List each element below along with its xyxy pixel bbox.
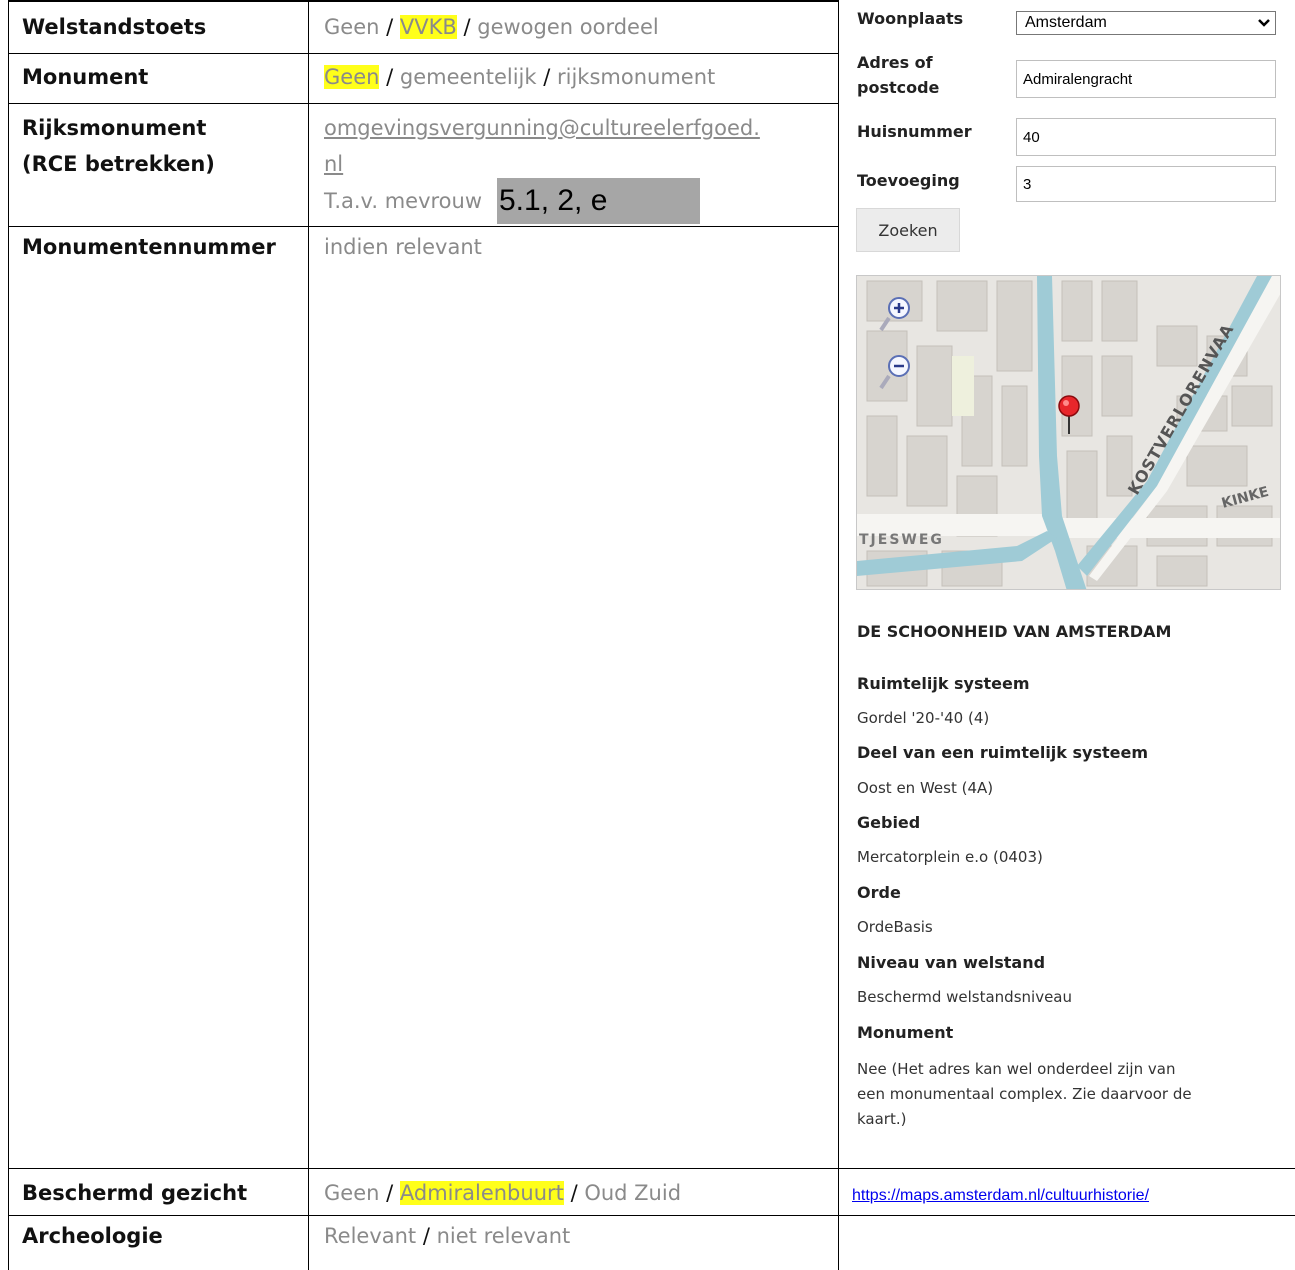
- table-border: [8, 1168, 1295, 1169]
- beschermd-gezicht-options: Geen / Admiralenbuurt / Oud Zuid: [324, 1175, 681, 1211]
- woonplaats-selected-value: Amsterdam: [1025, 14, 1107, 31]
- separator: /: [536, 65, 557, 89]
- separator: /: [456, 15, 478, 39]
- info-value-line: kaart.): [857, 1110, 907, 1128]
- info-heading: Orde: [857, 883, 901, 902]
- separator: /: [416, 1224, 437, 1248]
- map-marker-icon[interactable]: [1057, 394, 1081, 436]
- zoeken-button[interactable]: Zoeken: [856, 208, 960, 252]
- table-border: [308, 0, 309, 1270]
- option-geen[interactable]: Geen: [324, 1181, 379, 1205]
- row-label-archeologie: Archeologie: [22, 1224, 163, 1248]
- chevron-down-icon: [1253, 18, 1275, 28]
- info-heading: Gebied: [857, 813, 921, 832]
- option-geen-highlighted[interactable]: Geen: [324, 65, 380, 89]
- option-vvkb-highlighted[interactable]: VVKB: [399, 15, 457, 39]
- svg-text:TJESWEG: TJESWEG: [859, 532, 944, 548]
- adres-label-line2: postcode: [857, 78, 940, 97]
- email-link-cont[interactable]: nl: [324, 146, 343, 182]
- row-label-welstandstoets: Welstandstoets: [22, 15, 207, 39]
- info-heading: Deel van een ruimtelijk systeem: [857, 743, 1148, 762]
- zoom-out-icon[interactable]: [877, 352, 911, 392]
- info-value: Gordel '20-'40 (4): [857, 709, 990, 727]
- zoom-in-icon[interactable]: [877, 294, 911, 334]
- option-geen[interactable]: Geen: [324, 15, 379, 39]
- row-label-beschermd-gezicht: Beschermd gezicht: [22, 1181, 248, 1205]
- info-value-line: een monumentaal complex. Zie daarvoor de: [857, 1085, 1192, 1103]
- info-value: Oost en West (4A): [857, 779, 994, 797]
- email-line-1[interactable]: omgevingsvergunning@cultureelerfgoed.: [324, 116, 760, 140]
- tav-text: T.a.v. mevrouw: [324, 189, 483, 213]
- section-title: DE SCHOONHEID VAN AMSTERDAM: [857, 622, 1172, 641]
- archeologie-options: Relevant / niet relevant: [324, 1218, 570, 1254]
- redaction-box: 5.1, 2, e: [497, 178, 700, 224]
- separator: /: [563, 1181, 585, 1205]
- table-border: [8, 1215, 1295, 1216]
- cultuurhistorie-link[interactable]: https://maps.amsterdam.nl/cultuurhistori…: [852, 1187, 1149, 1205]
- toevoeging-input[interactable]: 3: [1016, 166, 1276, 202]
- info-value-line: Nee (Het adres kan wel onderdeel zijn va…: [857, 1060, 1176, 1078]
- separator: /: [379, 15, 400, 39]
- row-label-monument: Monument: [22, 65, 149, 89]
- option-niet-relevant[interactable]: niet relevant: [437, 1224, 571, 1248]
- adres-input[interactable]: Admiralengracht: [1016, 60, 1276, 98]
- info-value: OrdeBasis: [857, 918, 933, 936]
- info-heading: Niveau van welstand: [857, 953, 1046, 972]
- huisnummer-label: Huisnummer: [857, 122, 972, 141]
- option-oud-zuid[interactable]: Oud Zuid: [584, 1181, 681, 1205]
- row-label-monumentennummer: Monumentennummer: [22, 235, 276, 259]
- option-gewogen-oordeel[interactable]: gewogen oordeel: [477, 15, 658, 39]
- welstandstoets-options: Geen / VVKB / gewogen oordeel: [324, 9, 659, 45]
- email-link[interactable]: omgevingsvergunning@cultureelerfgoed.: [324, 110, 760, 146]
- option-admiralenbuurt-highlighted[interactable]: Admiralenbuurt: [399, 1181, 564, 1205]
- separator: /: [379, 65, 400, 89]
- email-line-2[interactable]: nl: [324, 152, 343, 176]
- toevoeging-label: Toevoeging: [857, 171, 960, 190]
- monumentennummer-value: indien relevant: [324, 235, 482, 259]
- option-gemeentelijk[interactable]: gemeentelijk: [400, 65, 537, 89]
- table-border: [8, 53, 838, 54]
- row-label-rce: (RCE betrekken): [22, 152, 215, 176]
- info-heading: Monument: [857, 1023, 954, 1042]
- separator: /: [379, 1181, 400, 1205]
- huisnummer-input[interactable]: 40: [1016, 118, 1276, 156]
- map-view[interactable]: KOSTVERLORENVAA KINKE TJESWEG: [856, 275, 1281, 590]
- woonplaats-label: Woonplaats: [857, 9, 964, 28]
- row-label-rijksmonument: Rijksmonument: [22, 116, 207, 140]
- option-relevant[interactable]: Relevant: [324, 1224, 416, 1248]
- info-value: Beschermd welstandsniveau: [857, 988, 1072, 1006]
- info-heading: Ruimtelijk systeem: [857, 674, 1030, 693]
- table-border: [8, 226, 838, 227]
- adres-label-line1: Adres of: [857, 53, 933, 72]
- table-border: [838, 0, 839, 1270]
- option-rijksmonument[interactable]: rijksmonument: [557, 65, 715, 89]
- monument-options: Geen / gemeentelijk / rijksmonument: [324, 59, 715, 95]
- table-border: [8, 0, 9, 1270]
- table-border: [8, 0, 838, 2]
- woonplaats-select[interactable]: Amsterdam: [1016, 11, 1276, 35]
- info-value: Mercatorplein e.o (0403): [857, 848, 1043, 866]
- table-border: [8, 103, 838, 104]
